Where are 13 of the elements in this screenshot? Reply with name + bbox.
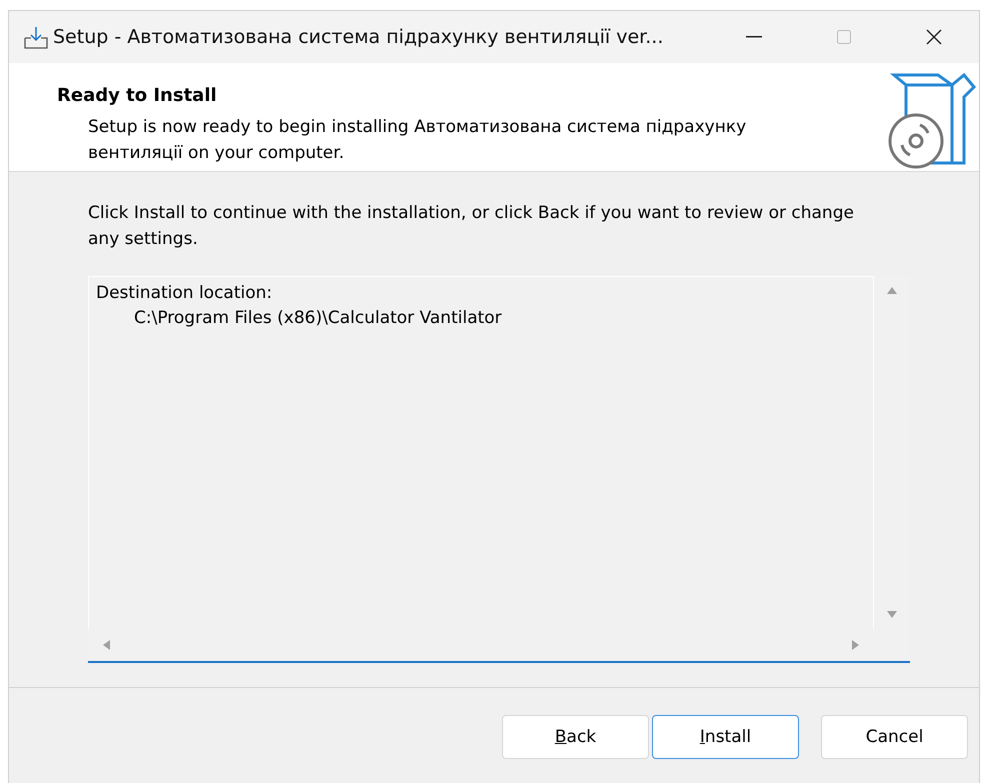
dialog-button[interactable]: Install xyxy=(652,715,799,759)
page-title: Ready to Install xyxy=(57,85,218,106)
minimize-icon xyxy=(746,36,762,38)
window-title: Setup - Автоматизована система підрахунку вентиляції ver... xyxy=(53,26,664,48)
page-subtitle: Setup is now ready to begin installing Автоматизована система підрахунку вентиляції on your computer. xyxy=(88,116,748,165)
instructions-text: Click Install to continue with the installation, or click Back if you want to review or change any settings. xyxy=(88,202,855,251)
summary-line: Destination location: xyxy=(96,282,274,305)
dialog-button[interactable]: Cancel xyxy=(821,715,968,759)
maximize-icon xyxy=(837,30,851,44)
install-icon xyxy=(23,24,49,50)
summary-line: C:\Program Files (x86)\Calculator Vantilator xyxy=(133,307,503,330)
close-icon xyxy=(926,29,942,45)
dialog-button[interactable]: Back xyxy=(502,715,649,759)
